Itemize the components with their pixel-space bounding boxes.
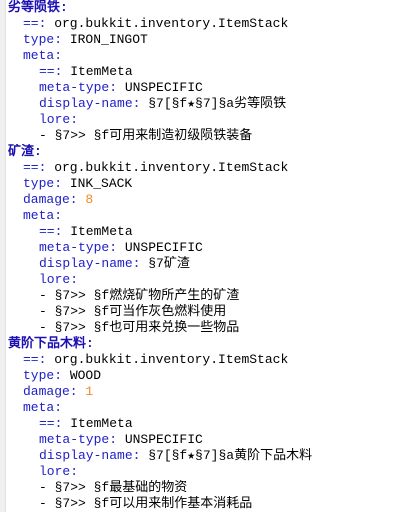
yaml-key: meta-type: [39,432,118,447]
yaml-line[interactable]: meta: [0,48,419,64]
yaml-value: UNSPECIFIC [117,80,203,95]
yaml-value: ItemMeta [62,224,133,239]
yaml-key: display-name: [39,256,141,271]
yaml-line[interactable]: damage: 1 [0,384,419,400]
yaml-line[interactable]: ==: ItemMeta [0,416,419,432]
yaml-key: display-name: [39,96,141,111]
yaml-line[interactable]: type: WOOD [0,368,419,384]
yaml-key: ==: [23,352,47,367]
yaml-line[interactable]: ==: org.bukkit.inventory.ItemStack [0,16,419,32]
section-key: 矿渣: [8,144,42,159]
yaml-key: lore: [39,272,79,287]
yaml-line[interactable]: lore: [0,272,419,288]
yaml-value: INK_SACK [62,176,133,191]
yaml-line[interactable]: - §7>> §f可用来制造初级陨铁装备 [0,128,419,144]
yaml-key: lore: [39,112,79,127]
yaml-value: - §7>> §f燃烧矿物所产生的矿渣 [39,288,240,303]
yaml-key: type: [23,368,63,383]
yaml-line[interactable]: lore: [0,464,419,480]
yaml-key: ==: [39,416,63,431]
yaml-value: UNSPECIFIC [117,432,203,447]
yaml-line[interactable]: meta: [0,208,419,224]
yaml-line[interactable]: lore: [0,112,419,128]
yaml-key: meta-type: [39,80,118,95]
yaml-number-value: 1 [85,384,94,399]
yaml-line[interactable]: meta: [0,400,419,416]
yaml-line[interactable]: ==: ItemMeta [0,224,419,240]
yaml-value: - §7>> §f可当作灰色燃料使用 [39,304,227,319]
yaml-line[interactable]: ==: org.bukkit.inventory.ItemStack [0,160,419,176]
yaml-line[interactable]: meta-type: UNSPECIFIC [0,80,419,96]
yaml-key: meta: [23,208,63,223]
yaml-key: ==: [23,160,47,175]
yaml-value: §7矿渣 [140,256,190,271]
yaml-value: - §7>> §f可以用来制作基本消耗品 [39,496,253,511]
yaml-line[interactable]: display-name: §7[§f★§7]§a劣等陨铁 [0,96,419,112]
yaml-line[interactable]: display-name: §7[§f★§7]§a黄阶下品木料 [0,448,419,464]
yaml-value: ItemMeta [62,416,133,431]
yaml-key: damage: [23,192,78,207]
yaml-key: damage: [23,384,78,399]
yaml-key: ==: [39,64,63,79]
yaml-key: meta: [23,48,63,63]
yaml-value: §7[§f★§7]§a劣等陨铁 [140,96,287,111]
yaml-value: org.bukkit.inventory.ItemStack [46,160,289,175]
yaml-line[interactable]: type: IRON_INGOT [0,32,419,48]
yaml-value: WOOD [62,368,102,383]
yaml-key: lore: [39,464,79,479]
yaml-key: display-name: [39,448,141,463]
yaml-line[interactable]: - §7>> §f燃烧矿物所产生的矿渣 [0,288,419,304]
section-key: 黄阶下品木料: [8,336,94,351]
yaml-line[interactable]: - §7>> §f可以用来制作基本消耗品 [0,496,419,512]
yaml-value: org.bukkit.inventory.ItemStack [46,16,289,31]
yaml-line[interactable]: display-name: §7矿渣 [0,256,419,272]
yaml-key: type: [23,32,63,47]
section-key: 劣等陨铁: [8,0,68,15]
yaml-line[interactable]: ==: ItemMeta [0,64,419,80]
yaml-line[interactable]: meta-type: UNSPECIFIC [0,240,419,256]
yaml-line[interactable]: type: INK_SACK [0,176,419,192]
yaml-line[interactable]: damage: 8 [0,192,419,208]
yaml-key: ==: [23,16,47,31]
yaml-line[interactable]: - §7>> §f也可用来兑换一些物品 [0,320,419,336]
yaml-value: - §7>> §f可用来制造初级陨铁装备 [39,128,253,143]
yaml-value: - §7>> §f最基础的物资 [39,480,188,495]
yaml-line[interactable]: ==: org.bukkit.inventory.ItemStack [0,352,419,368]
yaml-value: §7[§f★§7]§a黄阶下品木料 [140,448,313,463]
yaml-section-line[interactable]: 黄阶下品木料: [0,336,419,352]
yaml-key: meta-type: [39,240,118,255]
yaml-section-line[interactable]: 劣等陨铁: [0,0,419,16]
yaml-line[interactable]: - §7>> §f最基础的物资 [0,480,419,496]
yaml-key: type: [23,176,63,191]
yaml-value: IRON_INGOT [62,32,148,47]
yaml-editor[interactable]: 劣等陨铁: ==: org.bukkit.inventory.ItemStack t… [0,0,419,512]
yaml-key: meta: [23,400,63,415]
yaml-value: ItemMeta [62,64,133,79]
yaml-value: org.bukkit.inventory.ItemStack [46,352,289,367]
yaml-line[interactable]: - §7>> §f可当作灰色燃料使用 [0,304,419,320]
yaml-line[interactable]: meta-type: UNSPECIFIC [0,432,419,448]
yaml-value: - §7>> §f也可用来兑换一些物品 [39,320,240,335]
yaml-number-value: 8 [85,192,94,207]
yaml-key: ==: [39,224,63,239]
yaml-section-line[interactable]: 矿渣: [0,144,419,160]
yaml-value: UNSPECIFIC [117,240,203,255]
